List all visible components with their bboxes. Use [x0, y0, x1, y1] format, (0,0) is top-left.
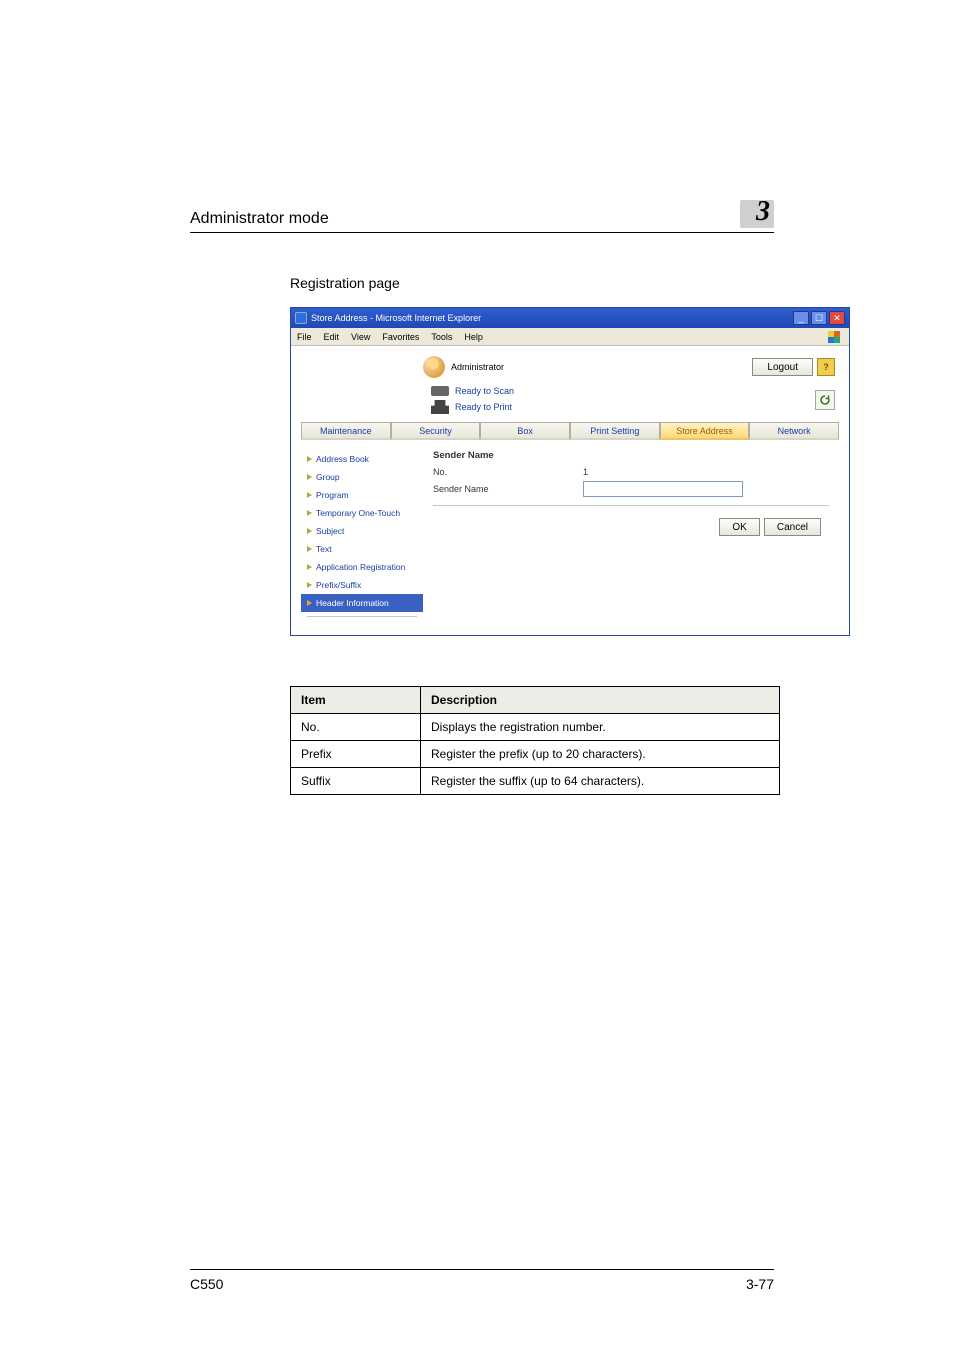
section-title: Registration page [290, 275, 774, 291]
menu-view[interactable]: View [351, 332, 370, 342]
sidebar-item-subject[interactable]: Subject [301, 522, 423, 540]
screenshot-window: Store Address - Microsoft Internet Explo… [290, 307, 850, 636]
sidebar-item-label: Temporary One-Touch [316, 508, 400, 518]
status-print: Ready to Print [455, 402, 512, 412]
table-cell-item: Suffix [291, 768, 421, 795]
help-icon[interactable]: ? [817, 358, 835, 376]
sidebar-item-program[interactable]: Program [301, 486, 423, 504]
refresh-button[interactable] [815, 390, 835, 410]
ie-icon [295, 312, 307, 324]
form-label-sender-name: Sender Name [433, 484, 513, 494]
triangle-icon [307, 600, 312, 606]
admin-icon [423, 356, 445, 378]
side-nav: Address Book Group Program Temporary One… [301, 446, 423, 621]
sender-name-input[interactable] [583, 481, 743, 497]
triangle-icon [307, 546, 312, 552]
sidebar-item-temporary[interactable]: Temporary One-Touch [301, 504, 423, 522]
tab-box[interactable]: Box [480, 422, 570, 440]
sidebar-item-group[interactable]: Group [301, 468, 423, 486]
form-value-no: 1 [583, 467, 588, 477]
menu-favorites[interactable]: Favorites [382, 332, 419, 342]
sidebar-item-label: Group [316, 472, 340, 482]
table-row: Prefix Register the prefix (up to 20 cha… [291, 741, 780, 768]
table-cell-desc: Displays the registration number. [421, 714, 780, 741]
description-table: Item Description No. Displays the regist… [290, 686, 780, 795]
triangle-icon [307, 582, 312, 588]
printer-icon [431, 400, 449, 414]
maximize-button[interactable]: ☐ [811, 311, 827, 325]
sidebar-item-header-information[interactable]: Header Information [301, 594, 423, 612]
scanner-icon [431, 386, 449, 396]
sidebar-item-app-registration[interactable]: Application Registration [301, 558, 423, 576]
table-cell-desc: Register the prefix (up to 20 characters… [421, 741, 780, 768]
table-header-description: Description [421, 687, 780, 714]
tab-store-address[interactable]: Store Address [660, 422, 750, 440]
chapter-badge: 3 [740, 200, 774, 228]
sidebar-item-label: Program [316, 490, 349, 500]
menu-bar: File Edit View Favorites Tools Help [291, 328, 849, 346]
status-scan: Ready to Scan [455, 386, 514, 396]
sidebar-item-text[interactable]: Text [301, 540, 423, 558]
form-label-no: No. [433, 467, 513, 477]
minimize-button[interactable]: _ [793, 311, 809, 325]
menu-help[interactable]: Help [464, 332, 483, 342]
sidebar-item-label: Address Book [316, 454, 369, 464]
tab-security[interactable]: Security [391, 422, 481, 440]
triangle-icon [307, 564, 312, 570]
window-titlebar: Store Address - Microsoft Internet Explo… [291, 308, 849, 328]
triangle-icon [307, 528, 312, 534]
menu-edit[interactable]: Edit [324, 332, 340, 342]
sidebar-item-label: Prefix/Suffix [316, 580, 361, 590]
ok-button[interactable]: OK [719, 518, 759, 536]
logout-button[interactable]: Logout [752, 358, 813, 376]
close-button[interactable]: ✕ [829, 311, 845, 325]
triangle-icon [307, 474, 312, 480]
admin-label: Administrator [451, 362, 504, 372]
table-cell-desc: Register the suffix (up to 64 characters… [421, 768, 780, 795]
sidebar-item-label: Application Registration [316, 562, 405, 572]
sidebar-item-label: Header Information [316, 598, 389, 608]
windows-flag-icon [825, 330, 843, 344]
window-title: Store Address - Microsoft Internet Explo… [311, 313, 481, 323]
tab-print-setting[interactable]: Print Setting [570, 422, 660, 440]
form-title: Sender Name [433, 450, 829, 461]
running-header: Administrator mode [190, 210, 329, 228]
triangle-icon [307, 510, 312, 516]
table-cell-item: Prefix [291, 741, 421, 768]
table-row: Suffix Register the suffix (up to 64 cha… [291, 768, 780, 795]
menu-file[interactable]: File [297, 332, 312, 342]
footer-model: C550 [190, 1276, 223, 1292]
footer-page: 3-77 [746, 1276, 774, 1292]
triangle-icon [307, 456, 312, 462]
table-row: No. Displays the registration number. [291, 714, 780, 741]
menu-tools[interactable]: Tools [431, 332, 452, 342]
cancel-button[interactable]: Cancel [764, 518, 821, 536]
sidebar-item-prefix-suffix[interactable]: Prefix/Suffix [301, 576, 423, 594]
sidebar-item-label: Subject [316, 526, 344, 536]
triangle-icon [307, 492, 312, 498]
chapter-number: 3 [756, 196, 770, 228]
sidebar-item-address-book[interactable]: Address Book [301, 450, 423, 468]
table-header-item: Item [291, 687, 421, 714]
tab-maintenance[interactable]: Maintenance [301, 422, 391, 440]
sidebar-item-label: Text [316, 544, 332, 554]
table-cell-item: No. [291, 714, 421, 741]
tab-network[interactable]: Network [749, 422, 839, 440]
